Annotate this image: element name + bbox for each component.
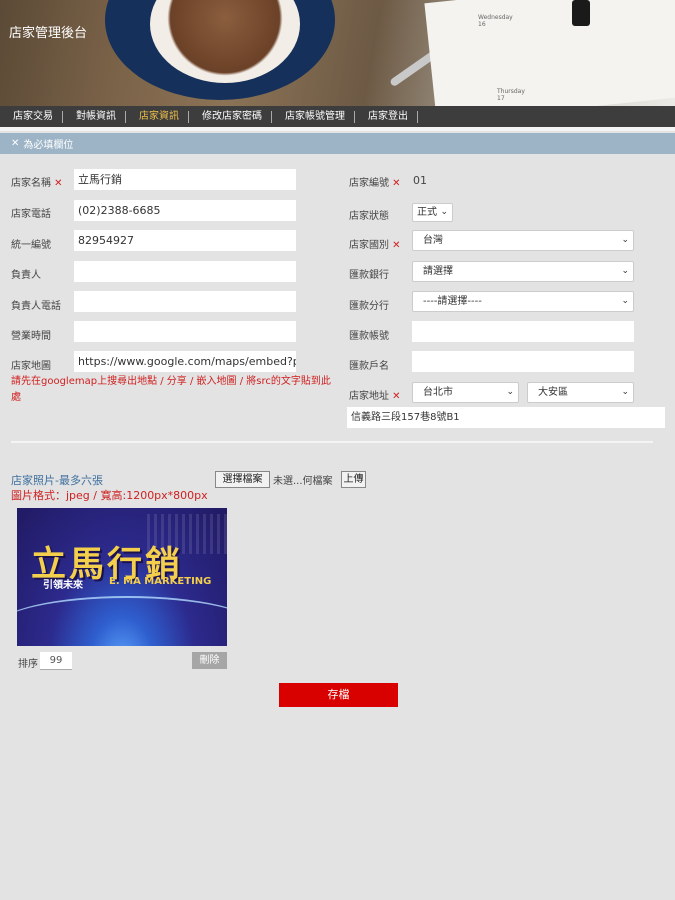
required-star-icon: ✕ xyxy=(11,138,20,149)
required-star-icon: ✕ xyxy=(389,391,401,402)
chevron-down-icon: ⌄ xyxy=(621,266,629,276)
required-star-icon: ✕ xyxy=(51,178,63,189)
map-label: 店家地圖 xyxy=(11,361,51,372)
calendar-text-2: Thursday 17 xyxy=(497,88,525,102)
header-banner: Wednesday 16 Thursday 17 店家管理後台 xyxy=(0,0,675,106)
required-notice-bar: ✕ 為必填欄位 xyxy=(0,133,675,154)
owner-phone-label: 負責人電話 xyxy=(11,301,61,312)
nav-item-account-manage[interactable]: 店家帳號管理 xyxy=(272,110,355,123)
required-star-icon: ✕ xyxy=(389,240,401,251)
account-name-label: 匯款戶名 xyxy=(349,361,389,372)
store-no-value: 01 xyxy=(413,174,427,187)
tax-id-input[interactable]: 82954927 xyxy=(74,230,296,251)
country-label: 店家國別 ✕ xyxy=(349,240,401,251)
photos-format-note: 圖片格式：jpeg / 寬高:1200px*800px xyxy=(11,489,208,502)
store-photo-thumbnail: 立馬行銷 引領未來 E. MA MARKETING xyxy=(17,508,227,646)
store-phone-label: 店家電話 xyxy=(11,209,51,220)
save-button[interactable]: 存檔 xyxy=(279,683,398,707)
map-input[interactable]: https://www.google.com/maps/embed?pb xyxy=(74,351,296,372)
section-divider xyxy=(11,441,653,443)
owner-label: 負責人 xyxy=(11,270,41,281)
main-nav: 店家交易 對帳資訊 店家資訊 修改店家密碼 店家帳號管理 店家登出 xyxy=(0,106,675,127)
chevron-down-icon: ⌄ xyxy=(621,387,629,397)
nav-item-logout[interactable]: 店家登出 xyxy=(355,110,418,123)
status-label: 店家狀態 xyxy=(349,211,389,222)
choose-file-button[interactable]: 選擇檔案 xyxy=(215,471,270,488)
thumbnail-subtitle-yellow: E. MA MARKETING xyxy=(109,576,212,587)
map-instruction-note: 請先在googlemap上搜尋出地點 / 分享 / 嵌入地圖 / 將src的文字… xyxy=(11,376,331,403)
chevron-down-icon: ⌄ xyxy=(621,235,629,245)
store-name-label: 店家名稱 ✕ xyxy=(11,178,63,189)
city-select[interactable]: 台北市 ⌄ xyxy=(412,382,519,403)
bank-label: 匯款銀行 xyxy=(349,270,389,281)
required-notice-text: 為必填欄位 xyxy=(23,140,74,151)
address-label: 店家地址 ✕ xyxy=(349,391,401,402)
nav-item-reconciliation[interactable]: 對帳資訊 xyxy=(63,110,126,123)
branch-label: 匯款分行 xyxy=(349,301,389,312)
banner-calendar-image xyxy=(424,0,675,106)
account-name-input[interactable] xyxy=(412,351,634,372)
district-select[interactable]: 大安區 ⌄ xyxy=(527,382,634,403)
photos-label: 店家照片-最多六張 xyxy=(11,474,103,487)
tax-id-label: 統一編號 xyxy=(11,240,51,251)
nav-divider xyxy=(0,127,675,131)
chevron-down-icon: ⌄ xyxy=(440,207,448,217)
owner-phone-input[interactable] xyxy=(74,291,296,312)
hours-label: 營業時間 xyxy=(11,331,51,342)
country-select[interactable]: 台灣 ⌄ xyxy=(412,230,634,251)
bank-select[interactable]: 請選擇 ⌄ xyxy=(412,261,634,282)
upload-button[interactable]: 上傳 xyxy=(341,471,366,488)
street-address-input[interactable]: 信義路三段157巷8號B1 xyxy=(347,407,665,428)
no-file-chosen-text: 未選...何檔案 xyxy=(273,476,333,487)
nav-item-change-password[interactable]: 修改店家密碼 xyxy=(189,110,272,123)
owner-input[interactable] xyxy=(74,261,296,282)
required-star-icon: ✕ xyxy=(389,178,401,189)
thumbnail-glow-decoration xyxy=(17,596,227,646)
sort-input[interactable]: 99 xyxy=(40,652,72,670)
chevron-down-icon: ⌄ xyxy=(506,387,514,397)
hours-input[interactable] xyxy=(74,321,296,342)
status-select[interactable]: 正式 ⌄ xyxy=(412,203,453,222)
store-name-input[interactable]: 立馬行銷 xyxy=(74,169,296,190)
nav-item-store-info[interactable]: 店家資訊 xyxy=(126,110,189,123)
chevron-down-icon: ⌄ xyxy=(621,296,629,306)
account-no-input[interactable] xyxy=(412,321,634,342)
thumbnail-subtitle-white: 引領未來 xyxy=(43,580,83,591)
account-no-label: 匯款帳號 xyxy=(349,331,389,342)
calendar-text-1: Wednesday 16 xyxy=(478,14,513,28)
store-no-label: 店家編號 ✕ xyxy=(349,178,401,189)
delete-photo-button[interactable]: 刪除 xyxy=(192,652,227,669)
nav-item-transactions[interactable]: 店家交易 xyxy=(0,110,63,123)
store-phone-input[interactable]: (02)2388-6685 xyxy=(74,200,296,221)
site-title: 店家管理後台 xyxy=(9,26,88,41)
banner-pen-image xyxy=(572,0,590,26)
sort-label: 排序 xyxy=(18,659,38,670)
branch-select[interactable]: ----請選擇---- ⌄ xyxy=(412,291,634,312)
